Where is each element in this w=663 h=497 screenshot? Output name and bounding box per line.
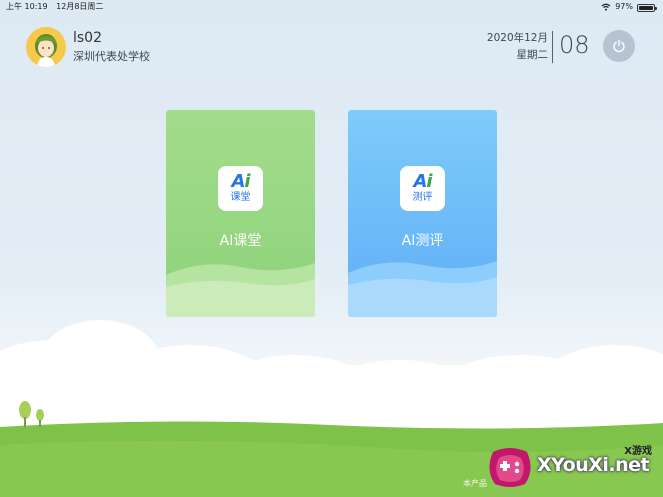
ai-assessment-app-icon: Ai 测评 — [400, 166, 445, 211]
ai-classroom-card[interactable]: Ai 课堂 AI课堂 — [166, 110, 315, 317]
weekday: 星期二 — [516, 49, 549, 61]
avatar[interactable] — [26, 27, 66, 67]
ai-classroom-app-icon: Ai 课堂 — [218, 166, 263, 211]
power-button[interactable] — [603, 30, 635, 62]
wifi-icon — [601, 3, 611, 11]
date-block: 2020年12月 星期二 — [487, 30, 548, 64]
date-divider — [552, 31, 553, 63]
card-label: AI课堂 — [219, 233, 262, 249]
status-right: 97% — [601, 0, 657, 14]
icon-subtitle: 测评 — [412, 192, 433, 203]
school-name: 深圳代表处学校 — [73, 50, 150, 63]
tree-icon — [19, 401, 44, 427]
icon-subtitle: 课堂 — [230, 192, 251, 203]
footer-text: 本产品 — [463, 479, 487, 488]
battery-icon — [637, 3, 657, 12]
power-icon — [613, 39, 625, 53]
ai-logo-icon: Ai — [413, 171, 432, 192]
user-name: ls02 — [73, 30, 102, 46]
card-label: AI测评 — [401, 233, 444, 249]
gamepad-logo-icon — [489, 448, 531, 487]
ai-assessment-card[interactable]: Ai 测评 AI测评 — [348, 110, 497, 317]
ai-logo-icon: Ai — [231, 171, 250, 192]
watermark-text: XYouXi.net — [537, 454, 650, 476]
user-avatar-icon — [26, 27, 66, 67]
status-time: 上午 10:19 — [6, 2, 48, 11]
battery-percent: 97% — [615, 2, 633, 11]
status-bar: 上午 10:19 12月8日周二 97% — [0, 0, 663, 14]
year-month: 2020年12月 — [486, 32, 548, 44]
status-date: 12月8日周二 — [56, 2, 104, 11]
status-left: 上午 10:19 12月8日周二 — [6, 0, 109, 14]
watermark: X游戏 XYouXi.net — [485, 440, 660, 492]
battery-fill — [639, 5, 653, 10]
day-number: 08 — [559, 31, 590, 59]
